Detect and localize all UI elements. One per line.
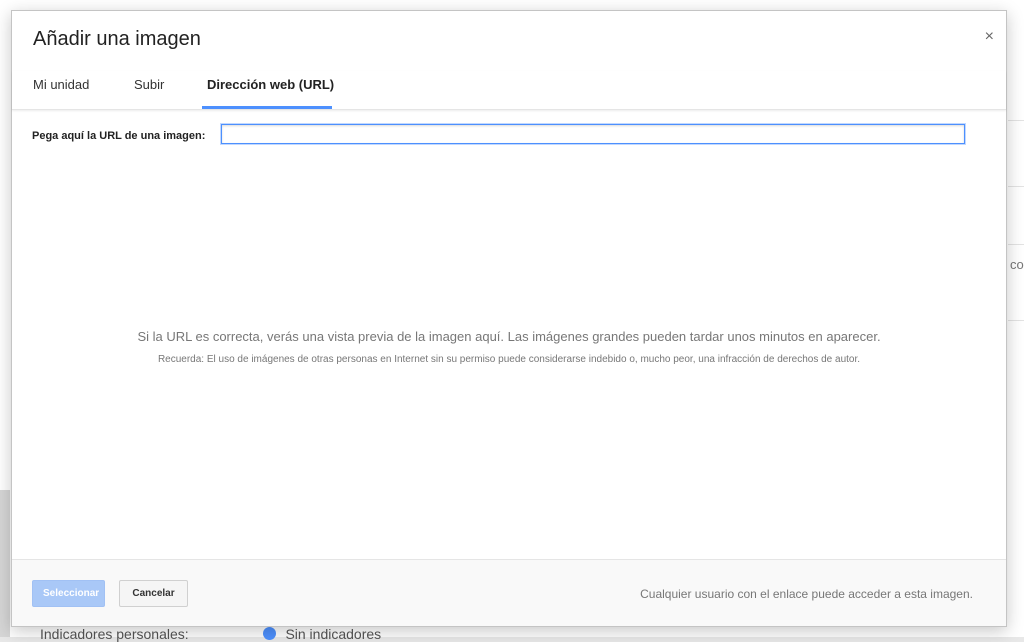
add-image-dialog: Añadir una imagen × Mi unidad Subir Dire… <box>11 10 1007 627</box>
background-indicators-row: Indicadores personales: Sin indicadores <box>40 626 381 642</box>
copyright-note: Recuerda: El uso de imágenes de otras pe… <box>157 354 861 365</box>
background-divider <box>1008 320 1024 321</box>
dialog-footer: Seleccionar Cancelar Cualquier usuario c… <box>12 559 1006 626</box>
background-sidebar-strip <box>0 490 10 637</box>
background-indicators-label: Indicadores personales: <box>40 626 189 642</box>
background-divider <box>1008 244 1024 245</box>
background-partial-text: co <box>1010 257 1024 272</box>
background-indicators-option[interactable]: Sin indicadores <box>285 626 381 642</box>
select-button[interactable]: Seleccionar <box>32 580 105 607</box>
radio-selected-icon[interactable] <box>262 627 276 640</box>
tab-my-drive[interactable]: Mi unidad <box>33 77 89 92</box>
active-tab-indicator <box>202 106 332 109</box>
tab-bar: Mi unidad Subir Dirección web (URL) <box>12 71 1006 110</box>
tab-web-url[interactable]: Dirección web (URL) <box>207 77 334 92</box>
close-icon[interactable]: × <box>985 29 994 45</box>
url-field-label: Pega aquí la URL de una imagen: <box>32 130 206 142</box>
background-divider <box>1008 120 1024 121</box>
sharing-note: Cualquier usuario con el enlace puede ac… <box>640 587 973 601</box>
preview-message: Si la URL es correcta, verás una vista p… <box>137 329 881 344</box>
dialog-title: Añadir una imagen <box>33 28 201 50</box>
cancel-button[interactable]: Cancelar <box>119 580 188 607</box>
url-input[interactable] <box>221 124 965 144</box>
background-divider <box>1008 186 1024 187</box>
tab-upload[interactable]: Subir <box>134 77 164 92</box>
